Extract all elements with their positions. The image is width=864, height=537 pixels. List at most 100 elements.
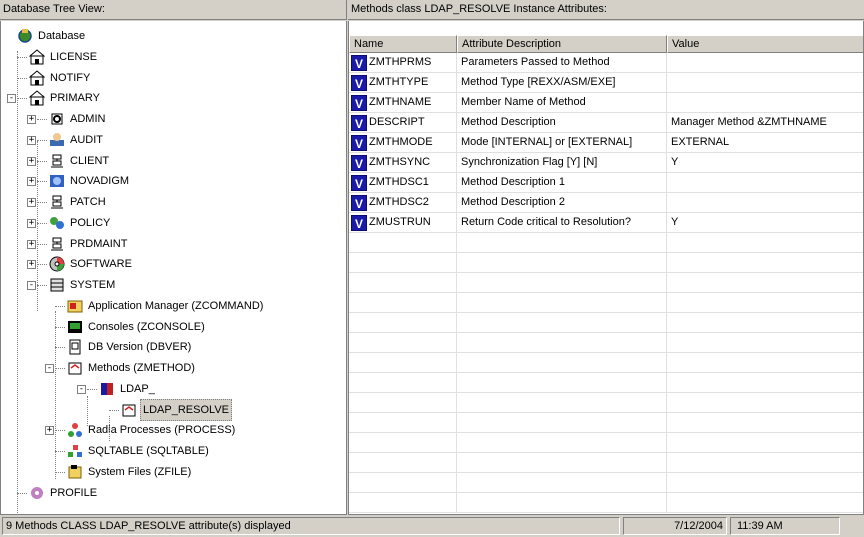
cell-description — [457, 413, 667, 433]
collapse-button[interactable]: - — [45, 364, 54, 373]
profile-icon — [29, 485, 45, 501]
tree-node[interactable]: SOFTWARE — [49, 254, 134, 274]
tree-pane-title: Database Tree View: — [0, 0, 347, 20]
cell-description: Method Description 1 — [457, 173, 667, 193]
expand-button[interactable]: + — [27, 177, 36, 187]
class-book-icon — [99, 381, 115, 397]
cell-name — [349, 453, 457, 473]
tree-node[interactable]: AUDIT — [49, 130, 105, 150]
cell-value — [667, 93, 863, 113]
tree-node[interactable]: NOVADIGM — [49, 171, 131, 191]
tree-node[interactable]: PROFILE — [29, 483, 99, 503]
tree-connector — [37, 119, 47, 120]
expand-button[interactable]: + — [27, 218, 36, 228]
table-row[interactable]: V ZMUSTRUN Return Code critical to Resolut… — [349, 213, 863, 233]
attribute-name: ZMTHTYPE — [369, 76, 429, 88]
tree-node-label: LICENSE — [50, 50, 98, 63]
tree-node[interactable]: POLICY — [49, 213, 112, 233]
table-row[interactable]: V ZMTHMODE Mode [INTERNAL] or [EXTERNAL] EX… — [349, 133, 863, 153]
tree-node[interactable]: PATCH — [49, 192, 108, 212]
cell-description: Mode [INTERNAL] or [EXTERNAL] — [457, 133, 667, 153]
tree-node[interactable]: LICENSE — [28, 47, 99, 67]
cell-name: V ZMTHTYPE — [349, 73, 457, 93]
tree-node[interactable]: PRDMAINT — [49, 234, 129, 254]
variable-attribute-icon: V — [351, 214, 367, 231]
tree-node[interactable]: SQLTABLE (SQLTABLE) — [67, 441, 211, 461]
tree-node-label: Consoles (ZCONSOLE) — [88, 320, 205, 333]
tree-node[interactable]: PRIMARY — [28, 88, 102, 108]
tree-connector — [55, 430, 65, 432]
table-row[interactable]: V ZMTHDSC2 Method Description 2 — [349, 193, 863, 213]
db-version-icon — [67, 339, 83, 355]
collapse-button[interactable]: - — [7, 94, 16, 104]
tree-connector — [17, 492, 27, 494]
application-manager-icon — [67, 298, 83, 314]
cell-description — [457, 393, 667, 413]
system-icon — [49, 277, 65, 293]
tree-connector — [37, 264, 47, 266]
cell-name — [349, 333, 457, 353]
collapse-button[interactable]: - — [77, 384, 86, 394]
cell-name — [349, 433, 457, 453]
collapse-button[interactable]: - — [27, 281, 36, 290]
expand-button[interactable]: + — [27, 156, 36, 166]
cell-name — [349, 413, 457, 433]
table-row — [349, 253, 863, 273]
tree-node[interactable]: Radia Processes (PROCESS) — [67, 420, 237, 440]
cell-value — [667, 493, 863, 513]
cell-name — [349, 233, 457, 253]
expand-button[interactable]: + — [27, 115, 36, 124]
expand-button[interactable]: + — [27, 239, 36, 249]
tree-connector — [37, 202, 47, 203]
tree-node[interactable]: LDAP_ — [99, 379, 157, 399]
tree-node[interactable]: NOTIFY — [28, 68, 92, 88]
cell-name: V ZMTHPRMS — [349, 53, 457, 73]
cell-description — [457, 333, 667, 353]
column-header-value[interactable]: Value — [667, 35, 863, 53]
expand-button[interactable]: + — [27, 198, 36, 207]
attributes-grid[interactable]: Name Attribute Description Value V ZMTHPR… — [348, 21, 864, 515]
novadigm-icon — [49, 173, 65, 189]
tree-node-label: PATCH — [70, 196, 106, 208]
cell-name: V DESCRIPT — [349, 113, 457, 133]
grid-header: Name Attribute Description Value — [349, 35, 863, 53]
tree-node[interactable]: Consoles (ZCONSOLE) — [67, 317, 207, 337]
attribute-name: ZMTHSYNC — [369, 156, 431, 168]
cell-value — [667, 233, 863, 253]
tree-node[interactable]: Methods (ZMETHOD) — [67, 358, 197, 378]
variable-attribute-icon: V — [351, 114, 367, 131]
expand-button[interactable]: + — [45, 426, 54, 436]
domain-icon — [28, 49, 46, 65]
column-header-description[interactable]: Attribute Description — [457, 35, 667, 53]
column-header-name[interactable]: Name — [349, 35, 457, 53]
table-row[interactable]: V ZMTHTYPE Method Type [REXX/ASM/EXE] — [349, 73, 863, 93]
tree-node[interactable]: ADMIN — [49, 109, 107, 129]
cell-value — [667, 333, 863, 353]
admin-icon — [49, 111, 65, 127]
console-icon — [67, 319, 83, 335]
cell-description: Method Description — [457, 113, 667, 133]
table-row[interactable]: V ZMTHNAME Member Name of Method — [349, 93, 863, 113]
expand-button[interactable]: + — [27, 135, 36, 145]
tree-connector — [55, 305, 65, 307]
tree-node[interactable]: LDAP_RESOLVE — [121, 398, 233, 421]
tree-node[interactable]: SYSTEM — [49, 275, 117, 295]
sqltable-icon — [67, 443, 83, 459]
tree-node[interactable]: DB Version (DBVER) — [67, 337, 193, 357]
cell-description: Synchronization Flag [Y] [N] — [457, 153, 667, 173]
tree-node[interactable]: Application Manager (ZCOMMAND) — [67, 296, 265, 316]
cell-name — [349, 373, 457, 393]
table-row[interactable]: V ZMTHDSC1 Method Description 1 — [349, 173, 863, 193]
tree-node-label: Methods (ZMETHOD) — [88, 362, 195, 374]
table-row[interactable]: V ZMTHPRMS Parameters Passed to Method — [349, 53, 863, 73]
tree-node-label: PROFILE — [50, 486, 98, 499]
expand-button[interactable]: + — [27, 260, 36, 270]
table-row[interactable]: V ZMTHSYNC Synchronization Flag [Y] [N] Y — [349, 153, 863, 173]
tree-node-label: AUDIT — [70, 133, 103, 146]
table-row[interactable]: V DESCRIPT Method Description Manager Metho… — [349, 113, 863, 133]
tree-root[interactable]: Database — [17, 26, 87, 46]
cell-name — [349, 493, 457, 513]
tree-node[interactable]: System Files (ZFILE) — [67, 462, 193, 482]
database-tree[interactable]: Database LICENSE NOTIFY PRIMARY ADMIN AUDIT C… — [0, 21, 347, 515]
tree-node[interactable]: CLIENT — [49, 151, 111, 171]
